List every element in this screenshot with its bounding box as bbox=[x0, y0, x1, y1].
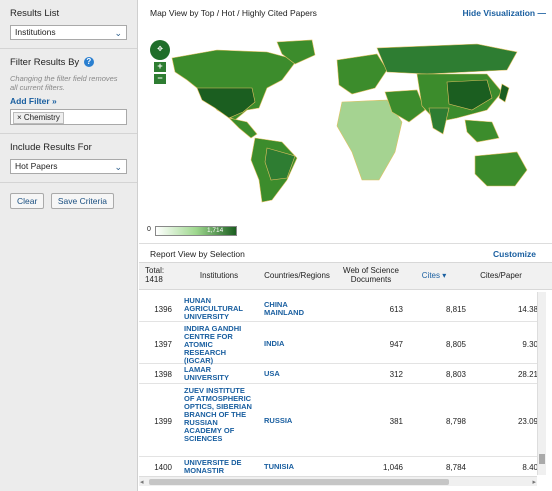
filter-section: Filter Results By ? Changing the filter … bbox=[0, 49, 137, 134]
cites-per-paper-cell: 28.21 bbox=[517, 370, 537, 379]
institution-link[interactable]: ZUEV INSTITUTE OF ATMOSPHERIC OPTICS, SI… bbox=[184, 387, 256, 443]
rank-cell: 1400 bbox=[154, 463, 172, 472]
rank-cell: 1398 bbox=[154, 370, 172, 379]
cites-cell: 8,798 bbox=[445, 417, 466, 426]
cites-per-paper-cell: 8.40 bbox=[522, 463, 537, 472]
institution-link[interactable]: LAMAR UNIVERSITY bbox=[184, 366, 256, 382]
help-icon[interactable]: ? bbox=[83, 57, 94, 68]
scroll-left-icon[interactable]: ◂ bbox=[140, 478, 144, 486]
country-link[interactable]: CHINA MAINLAND bbox=[264, 301, 324, 317]
docs-header[interactable]: Web of Science Documents bbox=[337, 266, 405, 284]
docs-cell: 947 bbox=[389, 340, 403, 349]
cites-per-paper-cell: 23.09 bbox=[517, 417, 537, 426]
table-body: 1396 HUNAN AGRICULTURAL UNIVERSITY CHINA… bbox=[139, 292, 537, 475]
countries-header[interactable]: Countries/Regions bbox=[257, 271, 337, 280]
country-link[interactable]: TUNISIA bbox=[264, 463, 324, 471]
filter-title: Filter Results By ? bbox=[10, 57, 127, 68]
include-section: Include Results For Hot Papers ⌄ bbox=[0, 134, 137, 183]
zoom-in-icon[interactable]: + bbox=[154, 62, 166, 72]
rank-cell: 1397 bbox=[154, 340, 172, 349]
map-india bbox=[428, 107, 450, 135]
table-row[interactable]: 1400 UNIVERSITE DE MONASTIR TUNISIA 1,04… bbox=[139, 457, 537, 475]
report-title: Report View by Selection bbox=[150, 249, 245, 259]
hide-visualization-link[interactable]: Hide Visualization — bbox=[463, 8, 546, 18]
institution-link[interactable]: HUNAN AGRICULTURAL UNIVERSITY bbox=[184, 297, 256, 321]
results-list-title: Results List bbox=[10, 8, 60, 19]
filter-box[interactable]: × Chemistry bbox=[10, 109, 127, 125]
table-header: Total: 1418 Institutions Countries/Regio… bbox=[139, 262, 552, 290]
scroll-right-icon[interactable]: ▸ bbox=[532, 478, 536, 486]
cites-per-paper-cell: 9.30 bbox=[522, 340, 537, 349]
legend-min: 0 bbox=[147, 226, 151, 233]
map-zoom-controls: ✥ + − bbox=[150, 40, 170, 86]
horizontal-scroll-thumb[interactable] bbox=[149, 479, 449, 485]
world-map[interactable] bbox=[147, 30, 547, 215]
map-header: Map View by Top / Hot / Highly Cited Pap… bbox=[150, 8, 546, 20]
vertical-scroll-thumb[interactable] bbox=[539, 454, 545, 464]
vertical-scrollbar[interactable] bbox=[537, 292, 546, 475]
table-row[interactable]: 1398 LAMAR UNIVERSITY USA 312 8,803 28.2… bbox=[139, 364, 537, 384]
customize-link[interactable]: Customize bbox=[493, 249, 536, 259]
docs-header-line1: Web of Science bbox=[343, 266, 399, 275]
table-row[interactable]: 1396 HUNAN AGRICULTURAL UNIVERSITY CHINA… bbox=[139, 294, 537, 322]
map-europe bbox=[336, 53, 388, 95]
clear-button[interactable]: Clear bbox=[10, 193, 45, 209]
results-list-select[interactable]: Institutions ⌄ bbox=[10, 25, 127, 40]
cites-header[interactable]: Cites ▾ bbox=[413, 271, 455, 280]
institution-link[interactable]: UNIVERSITE DE MONASTIR bbox=[184, 459, 256, 475]
cites-cell: 8,784 bbox=[445, 463, 466, 472]
include-value: Hot Papers bbox=[15, 161, 58, 171]
save-criteria-button[interactable]: Save Criteria bbox=[50, 193, 114, 209]
country-link[interactable]: RUSSIA bbox=[264, 417, 324, 425]
institution-link[interactable]: INDIRA GANDHI CENTRE FOR ATOMIC RESEARCH… bbox=[184, 325, 256, 365]
sidebar-buttons: Clear Save Criteria bbox=[0, 183, 137, 219]
country-link[interactable]: USA bbox=[264, 370, 324, 378]
legend-max: 1,714 bbox=[207, 227, 224, 234]
docs-cell: 613 bbox=[389, 305, 403, 314]
total-header: Total: 1418 bbox=[145, 266, 179, 284]
cites-cell: 8,805 bbox=[445, 340, 466, 349]
filter-chip-chemistry[interactable]: × Chemistry bbox=[13, 112, 64, 124]
cites-per-paper-header[interactable]: Cites/Paper bbox=[471, 271, 531, 280]
map-central-america bbox=[228, 117, 258, 139]
map-usa bbox=[196, 87, 256, 119]
add-filter-link[interactable]: Add Filter » bbox=[10, 96, 127, 106]
total-label: Total: bbox=[145, 266, 165, 275]
institutions-header[interactable]: Institutions bbox=[184, 271, 254, 280]
rank-cell: 1399 bbox=[154, 417, 172, 426]
chevron-down-icon: ⌄ bbox=[114, 28, 122, 38]
map-australia bbox=[474, 151, 528, 187]
horizontal-scrollbar[interactable]: ◂ ▸ bbox=[139, 476, 537, 486]
cites-per-paper-cell: 14.38 bbox=[517, 305, 537, 314]
results-list-value: Institutions bbox=[15, 27, 56, 37]
main-panel: Map View by Top / Hot / Highly Cited Pap… bbox=[139, 0, 552, 491]
cites-cell: 8,803 bbox=[445, 370, 466, 379]
include-title: Include Results For bbox=[10, 142, 92, 153]
docs-cell: 381 bbox=[389, 417, 403, 426]
docs-cell: 312 bbox=[389, 370, 403, 379]
table-row[interactable]: 1397 INDIRA GANDHI CENTRE FOR ATOMIC RES… bbox=[139, 322, 537, 365]
filter-title-text: Filter Results By bbox=[10, 57, 80, 68]
sidebar: Results List Institutions ⌄ Filter Resul… bbox=[0, 0, 138, 491]
legend-bar bbox=[155, 226, 237, 236]
chevron-down-icon: ⌄ bbox=[114, 162, 122, 172]
pan-icon[interactable]: ✥ bbox=[150, 40, 170, 60]
map-se-asia bbox=[464, 119, 500, 143]
map-russia bbox=[376, 43, 518, 75]
docs-header-line2: Documents bbox=[350, 275, 392, 284]
docs-cell: 1,046 bbox=[382, 463, 403, 472]
table-row[interactable]: 1399 ZUEV INSTITUTE OF ATMOSPHERIC OPTIC… bbox=[139, 384, 537, 457]
map-legend: 0 1,714 bbox=[147, 224, 247, 238]
results-list-section: Results List Institutions ⌄ bbox=[0, 0, 137, 49]
report-header: Report View by Selection Customize bbox=[139, 243, 552, 261]
include-select[interactable]: Hot Papers ⌄ bbox=[10, 159, 127, 174]
filter-note: Changing the filter field removes all cu… bbox=[10, 74, 118, 92]
zoom-out-icon[interactable]: − bbox=[154, 74, 166, 84]
total-count: 1418 bbox=[145, 275, 163, 284]
map-title: Map View by Top / Hot / Highly Cited Pap… bbox=[150, 8, 317, 18]
map-japan bbox=[498, 83, 510, 103]
rank-cell: 1396 bbox=[154, 305, 172, 314]
country-link[interactable]: INDIA bbox=[264, 340, 324, 348]
cites-cell: 8,815 bbox=[445, 305, 466, 314]
